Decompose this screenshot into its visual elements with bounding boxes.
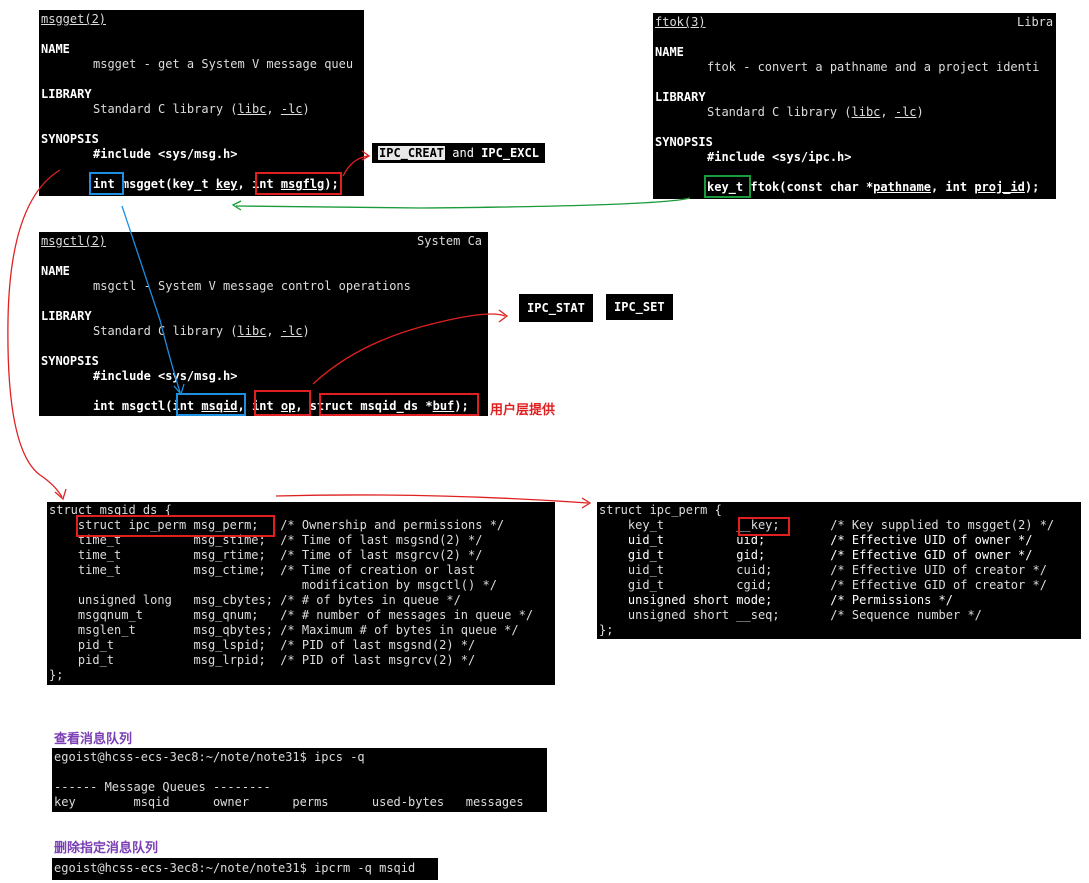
ipcs-banner: ------ Message Queues -------- — [54, 780, 271, 794]
msgctl-header-right: System Ca — [417, 234, 483, 248]
libc-link[interactable]: libc — [852, 105, 881, 119]
ftok-library-line: Standard C library (libc, -lc) — [655, 105, 924, 120]
struct-line: struct ipc_perm { — [599, 503, 722, 517]
msgctl-library-heading: LIBRARY — [41, 309, 92, 323]
msg-perm-highlight — [76, 515, 275, 537]
key-field-highlight — [738, 517, 790, 536]
struct-line: pid_t msg_lrpid; /* PID of last msgrcv(2… — [49, 653, 476, 667]
msgget-manpage: msgget(2) NAME msgget - get a System V m… — [39, 10, 364, 196]
msgget-header: msgget(2) — [41, 12, 107, 26]
ftok-sep: , int — [930, 180, 975, 194]
msgctl-func-name: int msgctl( — [93, 399, 173, 413]
struct-line: unsigned long msg_cbytes; /* # of bytes … — [49, 593, 461, 607]
ftok-arg-pathname: pathname — [873, 180, 931, 194]
ftok-manpage: ftok(3) Libra NAME ftok - convert a path… — [653, 13, 1056, 199]
library-text: Standard C library ( — [707, 105, 852, 119]
msgget-include: #include <sys/msg.h> — [93, 147, 238, 161]
ftok-close: ); — [1024, 180, 1040, 194]
ftok-arg-proj-id: proj_id — [974, 180, 1025, 194]
msgctl-name-heading: NAME — [41, 264, 70, 278]
msgget-arg-key: key — [215, 177, 238, 191]
ftok-header: ftok(3) — [655, 15, 706, 29]
msgget-name-desc: msgget - get a System V message queu — [93, 57, 354, 71]
struct-line: time_t msg_rtime; /* Time of last msgrcv… — [49, 548, 483, 562]
ftok-include: #include <sys/ipc.h> — [707, 150, 852, 164]
msgget-msgflg-highlight — [255, 172, 342, 195]
ftok-header-right: Libra — [1017, 15, 1054, 29]
struct-line: gid_t gid; /* Effective GID of owner */ — [599, 548, 1033, 562]
libc-link[interactable]: libc — [238, 102, 267, 116]
library-text: Standard C library ( — [93, 324, 238, 338]
ipcs-prompt: egoist@hcss-ecs-3ec8:~/note/note31$ ipcs… — [54, 750, 365, 764]
libc-link[interactable]: libc — [238, 324, 267, 338]
ipcs-columns: key msqid owner perms used-bytes message… — [54, 795, 524, 809]
struct-line: modification by msgctl() */ — [49, 578, 497, 592]
lc-link[interactable]: -lc — [281, 324, 303, 338]
msgctl-header: msgctl(2) — [41, 234, 107, 248]
msgctl-msqid-highlight — [176, 393, 246, 416]
ipcrm-prompt: egoist@hcss-ecs-3ec8:~/note/note31$ ipcr… — [54, 861, 416, 875]
arrow-ftok-to-key — [235, 197, 691, 209]
arrowhead — [581, 497, 592, 509]
library-close: ) — [302, 102, 310, 116]
msgctl-include: #include <sys/msg.h> — [93, 369, 238, 383]
ipcs-terminal: egoist@hcss-ecs-3ec8:~/note/note31$ ipcs… — [52, 748, 547, 812]
library-sep: , — [880, 105, 895, 119]
msgctl-buf-highlight — [319, 393, 479, 416]
struct-line: msglen_t msg_qbytes; /* Maximum # of byt… — [49, 623, 519, 637]
struct-line: unsigned short __seq; /* Sequence number… — [599, 608, 982, 622]
view-queue-title: 查看消息队列 — [54, 732, 133, 747]
msgget-library-heading: LIBRARY — [41, 87, 92, 101]
struct-line: }; — [599, 623, 614, 637]
struct-line: time_t msg_ctime; /* Time of creation or… — [49, 563, 476, 577]
msgget-library-line: Standard C library (libc, -lc) — [41, 102, 310, 117]
struct-line: }; — [49, 668, 64, 682]
msgctl-synopsis-heading: SYNOPSIS — [41, 354, 99, 368]
ftok-func-name: ftok(const char * — [743, 180, 874, 194]
msgctl-name-desc: msgctl - System V message control operat… — [93, 279, 411, 293]
ipcrm-terminal: egoist@hcss-ecs-3ec8:~/note/note31$ ipcr… — [52, 858, 438, 880]
struct-line: pid_t msg_lspid; /* PID of last msgsnd(2… — [49, 638, 476, 652]
library-sep: , — [266, 324, 281, 338]
ftok-keyt-highlight — [704, 175, 751, 198]
struct-line: unsigned short mode; /* Permissions */ — [599, 593, 954, 607]
struct-line: uid_t cuid; /* Effective UID of creator … — [599, 563, 1047, 577]
msgget-int-highlight — [89, 172, 124, 195]
msgget-name-heading: NAME — [41, 42, 70, 56]
ipc-set-badge: IPC_SET — [606, 294, 673, 320]
msgctl-library-line: Standard C library (libc, -lc) — [41, 324, 310, 339]
ipc-flags-badge: IPC_CREAT and IPC_EXCL — [372, 143, 545, 163]
ipc-creat-flag: IPC_CREAT — [378, 146, 446, 160]
struct-line: uid_t uid; /* Effective UID of owner */ — [599, 533, 1033, 547]
library-text: Standard C library ( — [93, 102, 238, 116]
msgget-synopsis-heading: SYNOPSIS — [41, 132, 99, 146]
arrowhead — [231, 200, 242, 211]
ftok-synopsis-heading: SYNOPSIS — [655, 135, 713, 149]
user-provided-annotation: 用户层提供 — [490, 403, 556, 418]
ftok-library-heading: LIBRARY — [655, 90, 706, 104]
library-close: ) — [916, 105, 924, 119]
struct-line: key_t __key; /* Key supplied to msgget(2… — [599, 518, 1055, 532]
lc-link[interactable]: -lc — [281, 102, 303, 116]
ipc-excl-flag: IPC_EXCL — [481, 146, 539, 160]
arrowhead — [498, 309, 509, 323]
msgget-func-name: msgget(key_t — [114, 177, 216, 191]
ftok-name-desc: ftok - convert a pathname and a project … — [707, 60, 1040, 74]
library-close: ) — [302, 324, 310, 338]
lc-link[interactable]: -lc — [895, 105, 917, 119]
struct-line: msgqnum_t msg_qnum; /* # number of messa… — [49, 608, 534, 622]
ipc-stat-badge: IPC_STAT — [519, 294, 593, 322]
arrowhead — [54, 488, 67, 501]
and-word: and — [445, 146, 482, 160]
library-sep: , — [266, 102, 281, 116]
delete-queue-title: 删除指定消息队列 — [54, 841, 159, 856]
msgctl-manpage: msgctl(2) System Ca NAME msgctl - System… — [39, 232, 488, 416]
msgctl-op-highlight — [254, 390, 311, 416]
ftok-name-heading: NAME — [655, 45, 684, 59]
struct-line: gid_t cgid; /* Effective GID of creator … — [599, 578, 1047, 592]
ipc-perm-struct: struct ipc_perm { key_t __key; /* Key su… — [597, 502, 1081, 639]
msgget-sep: , — [237, 177, 252, 191]
